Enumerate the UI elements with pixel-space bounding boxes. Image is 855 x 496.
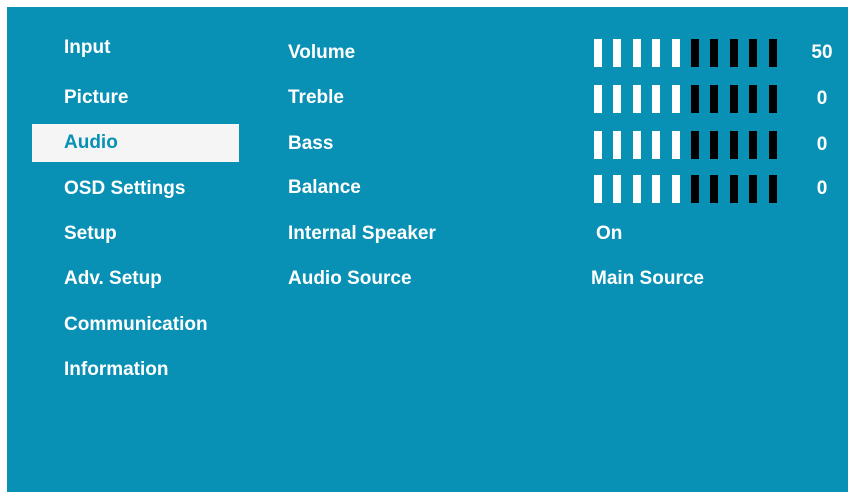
menu-item-information[interactable]: Information [32,351,239,389]
balance-slider[interactable] [594,175,784,203]
slider-segment [613,175,621,203]
slider-segment [633,39,641,67]
slider-segment [672,131,680,159]
slider-segment [594,39,602,67]
slider-segment [633,85,641,113]
slider-segment [730,175,738,203]
slider-segment [749,131,757,159]
slider-segment [672,85,680,113]
slider-segment [652,175,660,203]
bass-slider[interactable] [594,131,784,159]
slider-segment [652,131,660,159]
internal-speaker-value[interactable]: On [596,215,622,253]
menu-item-label: Setup [64,223,117,244]
balance-value: 0 [816,178,828,199]
slider-segment [594,175,602,203]
slider-segment [730,85,738,113]
slider-segment [749,175,757,203]
menu-item-label: Picture [64,87,129,108]
slider-segment [749,85,757,113]
menu-item-label: Audio [64,132,118,153]
slider-segment [633,175,641,203]
slider-segment [691,39,699,67]
menu-item-label: Input [64,37,111,58]
slider-segment [613,85,621,113]
menu-item-picture[interactable]: Picture [32,79,239,117]
slider-segment [613,131,621,159]
menu-item-label: Information [64,359,169,380]
slider-segment [710,85,718,113]
menu-item-label: OSD Settings [64,178,186,199]
slider-segment [730,39,738,67]
slider-segment [672,175,680,203]
slider-segment [730,131,738,159]
slider-segment [691,175,699,203]
slider-segment [594,131,602,159]
bass-label[interactable]: Bass [288,125,333,163]
menu-item-label: Communication [64,314,208,335]
slider-segment [769,131,777,159]
slider-segment [710,39,718,67]
slider-segment [710,175,718,203]
slider-segment [652,85,660,113]
treble-value: 0 [816,88,828,109]
slider-segment [769,85,777,113]
treble-slider[interactable] [594,85,784,113]
slider-segment [769,175,777,203]
volume-slider[interactable] [594,39,784,67]
treble-label[interactable]: Treble [288,79,344,117]
menu-item-communication[interactable]: Communication [32,306,239,344]
slider-segment [691,85,699,113]
slider-segment [594,85,602,113]
menu-item-label: Adv. Setup [64,268,162,289]
volume-label[interactable]: Volume [288,34,355,72]
menu-item-audio[interactable]: Audio [32,124,239,162]
slider-segment [672,39,680,67]
audio-source-label[interactable]: Audio Source [288,260,412,298]
osd-panel: Input Picture Audio OSD Settings Setup A… [7,7,848,492]
slider-segment [749,39,757,67]
menu-item-input[interactable]: Input [32,29,239,67]
menu-item-adv-setup[interactable]: Adv. Setup [32,260,239,298]
volume-value: 50 [811,42,833,63]
slider-segment [710,131,718,159]
bass-value: 0 [816,134,828,155]
menu-item-osd-settings[interactable]: OSD Settings [32,170,239,208]
slider-segment [691,131,699,159]
slider-segment [613,39,621,67]
slider-segment [769,39,777,67]
internal-speaker-label[interactable]: Internal Speaker [288,215,436,253]
slider-segment [652,39,660,67]
menu-item-setup[interactable]: Setup [32,215,239,253]
audio-source-value[interactable]: Main Source [591,260,704,298]
balance-label[interactable]: Balance [288,169,361,207]
slider-segment [633,131,641,159]
